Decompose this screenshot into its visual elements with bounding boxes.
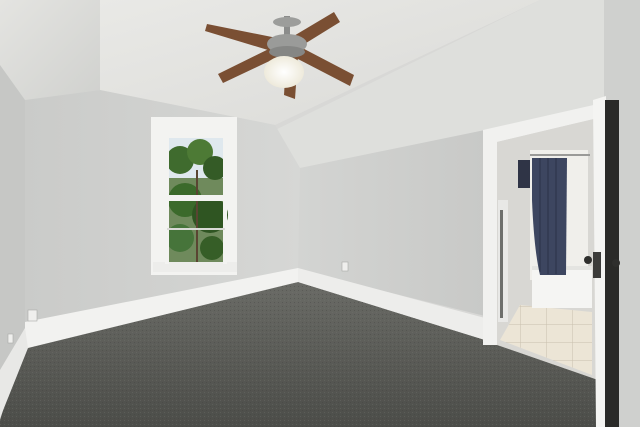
door-knob: [584, 256, 592, 264]
room-illustration: [0, 0, 640, 427]
electrical-outlet: [27, 309, 38, 322]
left-slope-ceiling: [0, 0, 100, 100]
electrical-outlet: [341, 261, 349, 272]
room-photo: [0, 0, 640, 427]
shower-curtain: [532, 158, 567, 275]
left-wall: [0, 65, 25, 380]
window: [151, 117, 237, 275]
fan-light-globe: [264, 56, 304, 88]
